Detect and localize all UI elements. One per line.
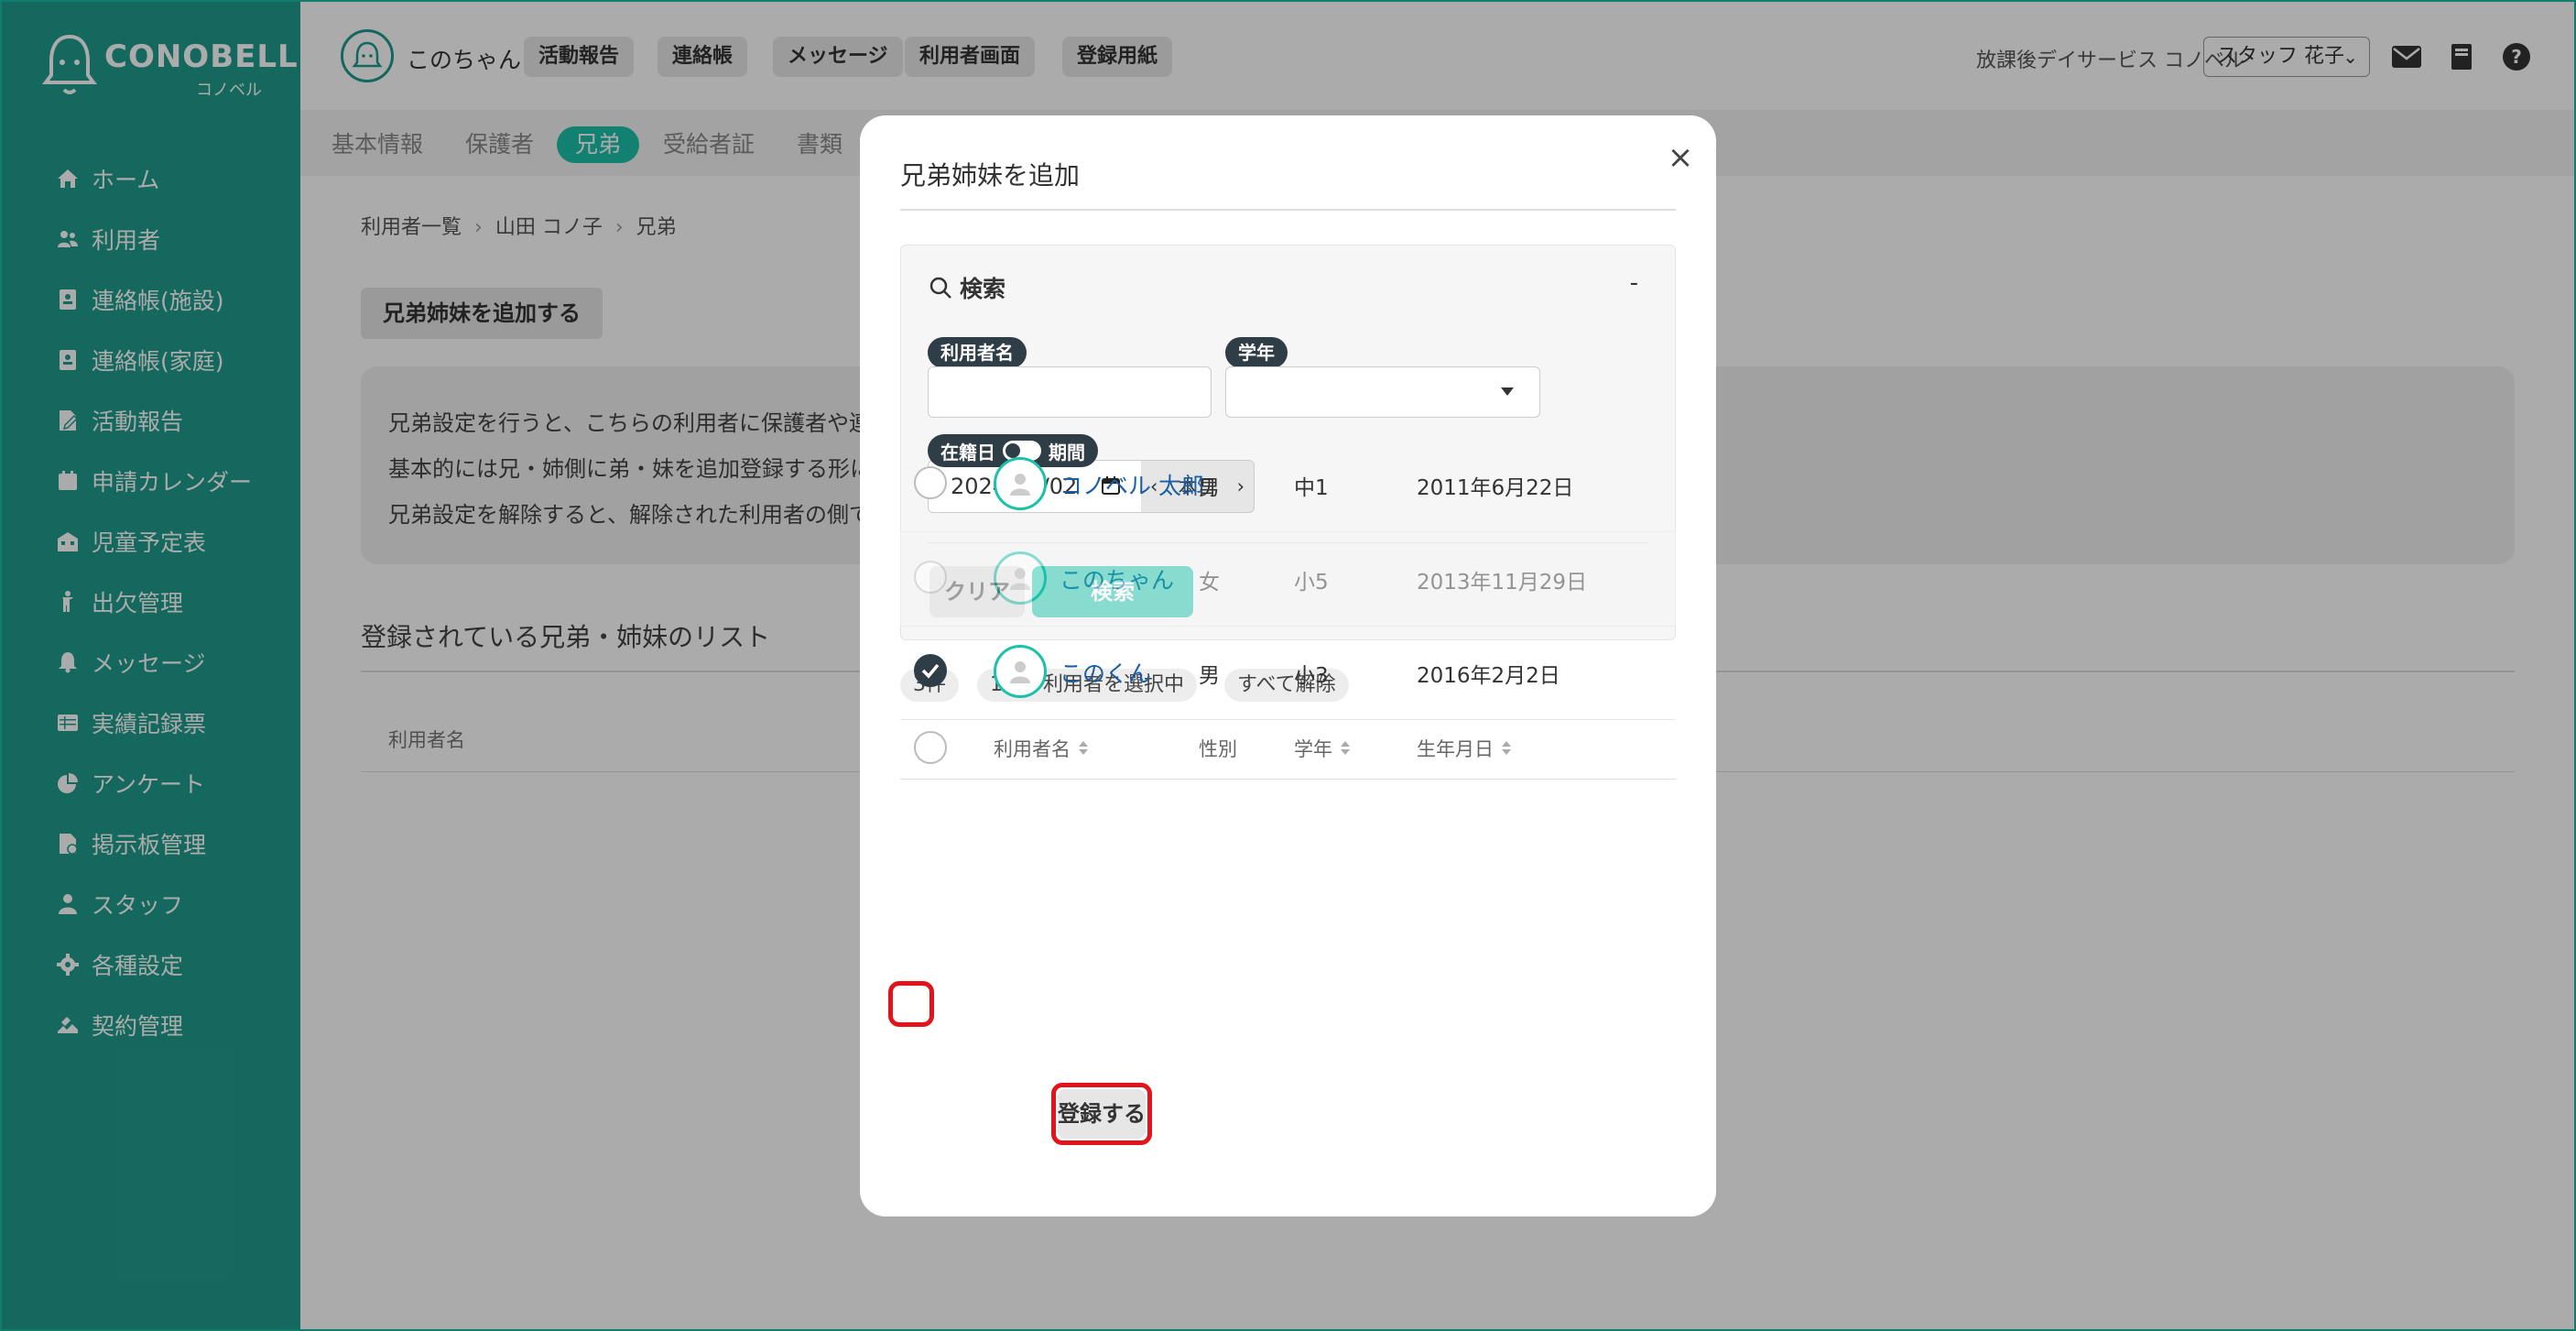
- row-grade: 中1: [1294, 476, 1329, 500]
- column-gender: 性別: [1199, 735, 1237, 762]
- avatar: [994, 457, 1047, 510]
- table-header: 利用者名 性別 学年 生年月日: [900, 711, 1676, 780]
- column-grade-label: 学年: [1294, 738, 1332, 760]
- collapse-toggle[interactable]: -: [1630, 269, 1638, 297]
- row-grade: 小5: [1294, 571, 1329, 595]
- row-checkbox[interactable]: [914, 466, 947, 499]
- column-birthdate-label: 生年月日: [1417, 738, 1494, 760]
- table-row[interactable]: コノベル 太郎男 中1 2011年6月22日: [900, 437, 1676, 532]
- grade-select[interactable]: [1225, 366, 1540, 418]
- row-birthdate: 2013年11月29日: [1417, 571, 1588, 595]
- user-silhouette-icon: [1010, 568, 1030, 590]
- row-birthdate: 2016年2月2日: [1417, 664, 1560, 688]
- table-row: このちゃん女 小5 2013年11月29日: [900, 531, 1676, 627]
- row-birthdate: 2011年6月22日: [1417, 476, 1574, 500]
- avatar: [994, 645, 1047, 698]
- row-gender: 男: [1199, 664, 1220, 688]
- user-silhouette-icon: [1010, 474, 1030, 496]
- sort-icon: [1501, 740, 1512, 757]
- highlight-checkbox: [888, 981, 934, 1027]
- table-row[interactable]: このくん 男 小3 2016年2月2日: [900, 625, 1676, 720]
- close-icon[interactable]: ×: [1662, 139, 1699, 176]
- row-user-name[interactable]: このくん: [1060, 656, 1151, 689]
- modal-title: 兄弟姉妹を追加: [900, 160, 1081, 191]
- register-button[interactable]: 登録する: [1058, 1089, 1146, 1139]
- row-grade: 小3: [1294, 664, 1329, 688]
- row-checkbox: [914, 561, 947, 594]
- avatar: [994, 551, 1047, 605]
- column-birthdate[interactable]: 生年月日: [1417, 735, 1512, 762]
- search-heading: 検索: [960, 276, 1006, 302]
- column-gender-label: 性別: [1199, 738, 1237, 760]
- grade-label: 学年: [1225, 337, 1288, 368]
- row-gender: 男: [1199, 476, 1220, 500]
- add-sibling-modal: 兄弟姉妹を追加 × 検索 - 利用者名 学年 2024/09/02: [860, 115, 1716, 1216]
- row-user-name[interactable]: コノベル 太郎: [1060, 468, 1204, 501]
- row-gender: 女: [1199, 571, 1220, 595]
- row-user-name: このちゃん: [1060, 567, 1175, 594]
- user-name-input[interactable]: [928, 366, 1212, 418]
- column-user-name-label: 利用者名: [994, 738, 1071, 760]
- sort-icon: [1340, 740, 1351, 757]
- user-silhouette-icon: [1010, 661, 1030, 683]
- search-icon: [929, 277, 951, 299]
- divider: [900, 209, 1676, 211]
- column-grade[interactable]: 学年: [1294, 735, 1351, 762]
- check-icon: [921, 663, 940, 679]
- sort-icon: [1078, 740, 1089, 757]
- row-checkbox[interactable]: [914, 654, 947, 687]
- search-panel-header[interactable]: 検索: [929, 271, 1005, 304]
- select-all-checkbox[interactable]: [914, 731, 947, 764]
- user-name-label: 利用者名: [928, 337, 1027, 368]
- column-user-name[interactable]: 利用者名: [994, 735, 1089, 762]
- caret-down-icon: [1501, 387, 1514, 396]
